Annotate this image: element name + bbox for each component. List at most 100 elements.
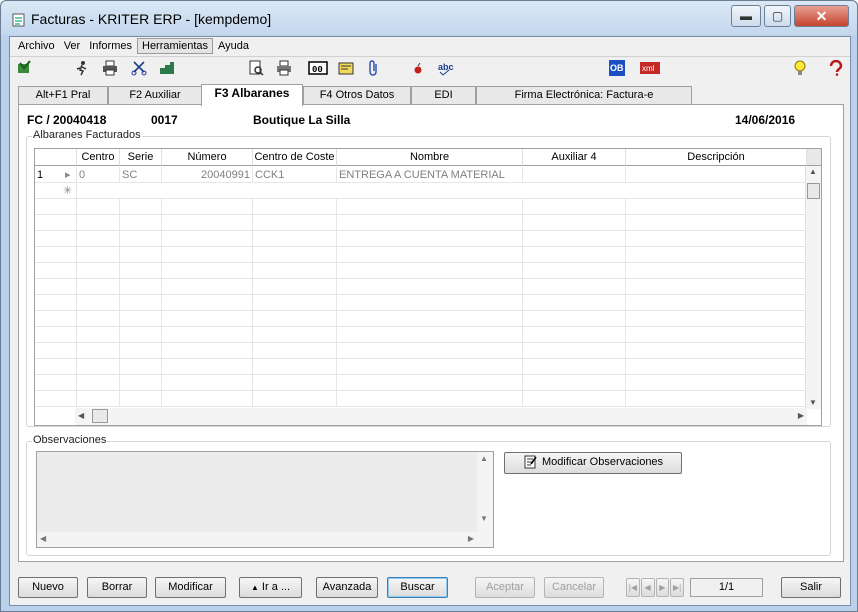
first-record-icon[interactable]: |◀ (626, 578, 640, 597)
column-header-numero[interactable]: Número (162, 149, 253, 166)
grid-header-spacer (807, 149, 821, 166)
new-row-marker: ✳ (35, 183, 77, 199)
cell-centro-coste[interactable]: CCK1 (253, 167, 337, 183)
albaranes-grid[interactable]: Centro Serie Número Centro de Coste Nomb… (34, 148, 822, 426)
xml-icon[interactable]: xml (640, 60, 660, 76)
tab-otros-datos[interactable]: F4 Otros Datos (303, 86, 411, 105)
paperclip-icon[interactable] (366, 60, 382, 76)
avanzada-button[interactable]: Avanzada (316, 577, 378, 598)
empty-cell (337, 327, 523, 343)
column-header-descripcion[interactable]: Descripción (626, 149, 807, 166)
empty-cell (337, 391, 523, 407)
cell-auxiliar-4[interactable] (523, 167, 626, 183)
title-bar[interactable]: Facturas - KRITER ERP - [kempdemo] ▬ ▢ ✕ (1, 1, 857, 35)
tab-albaranes[interactable]: F3 Albaranes (201, 84, 303, 106)
column-header-auxiliar-4[interactable]: Auxiliar 4 (523, 149, 626, 166)
buscar-button[interactable]: Buscar (387, 577, 448, 598)
next-record-icon[interactable]: ▶ (655, 578, 670, 597)
obs-horizontal-scrollbar[interactable]: ◀ ▶ (37, 532, 477, 547)
modificar-observaciones-button[interactable]: Modificar Observaciones (504, 452, 682, 474)
cell-numero[interactable]: 20040991 (162, 167, 253, 183)
obs-scroll-left-icon[interactable]: ◀ (40, 534, 46, 543)
ir-a-button[interactable]: ▲ Ir a ... (239, 577, 302, 598)
empty-cell (120, 311, 162, 327)
invoice-number: FC / 20040418 (27, 113, 107, 127)
obs-scroll-up-icon[interactable]: ▲ (480, 454, 488, 463)
cell-nombre[interactable]: ENTREGA A CUENTA MATERIAL (337, 167, 523, 183)
menu-informes[interactable]: Informes (85, 39, 136, 53)
ob-icon[interactable]: OB (609, 60, 625, 76)
empty-cell (162, 343, 253, 359)
maximize-button[interactable]: ▢ (764, 5, 791, 27)
help-icon[interactable] (828, 60, 844, 76)
printer-icon[interactable] (276, 60, 292, 76)
nuevo-button[interactable]: Nuevo (18, 577, 78, 598)
obs-scroll-right-icon[interactable]: ▶ (468, 534, 474, 543)
empty-cell (162, 247, 253, 263)
menu-ayuda[interactable]: Ayuda (214, 39, 253, 53)
vertical-scroll-thumb[interactable] (807, 183, 820, 199)
horizontal-scroll-thumb[interactable] (92, 409, 108, 423)
last-record-icon[interactable]: ▶| (670, 578, 684, 597)
tab-edi[interactable]: EDI (411, 86, 476, 105)
scroll-left-icon[interactable]: ◀ (78, 411, 84, 420)
empty-cell (337, 375, 523, 391)
invoice-date: 14/06/2016 (735, 113, 796, 127)
cell-serie[interactable]: SC (120, 167, 162, 183)
tab-principal[interactable]: Alt+F1 Pral (18, 86, 108, 105)
observaciones-textarea[interactable]: ▲ ▼ ◀ ▶ (36, 451, 494, 548)
empty-cell (626, 343, 807, 359)
table-row[interactable]: 1 ▸ 0 SC 20040991 CCK1 ENTREGA A CUENTA M… (35, 167, 807, 183)
column-header-nombre[interactable]: Nombre (337, 149, 523, 166)
empty-cell (337, 199, 523, 215)
red-dot-icon[interactable] (410, 60, 426, 76)
modificar-button[interactable]: Modificar (155, 577, 226, 598)
tab-firma-electronica[interactable]: Firma Electrónica: Factura-e (476, 86, 692, 105)
grid-vertical-scrollbar[interactable]: ▲ ▼ (805, 166, 821, 409)
scroll-up-icon[interactable]: ▲ (809, 167, 817, 176)
empty-cell (120, 215, 162, 231)
empty-cell (77, 231, 120, 247)
menu-ver[interactable]: Ver (60, 39, 85, 53)
menu-archivo[interactable]: Archivo (14, 39, 59, 53)
empty-cell (626, 279, 807, 295)
new-row[interactable]: ✳ (35, 183, 807, 199)
empty-row (35, 343, 807, 359)
borrar-button[interactable]: Borrar (87, 577, 147, 598)
aceptar-button[interactable]: Aceptar (475, 577, 535, 598)
book-check-icon[interactable] (16, 60, 32, 76)
column-header-serie[interactable]: Serie (120, 149, 162, 166)
salir-button[interactable]: Salir (781, 577, 841, 598)
preview-icon[interactable] (248, 60, 264, 76)
column-header-centro[interactable]: Centro (77, 149, 120, 166)
spellcheck-icon[interactable]: abc (438, 60, 458, 76)
lightbulb-icon[interactable] (792, 60, 808, 76)
stack-icon[interactable] (159, 60, 175, 76)
grid-horizontal-scrollbar[interactable]: ◀ ▶ (75, 408, 807, 425)
empty-cell (120, 279, 162, 295)
empty-row-header (35, 199, 77, 215)
cancelar-button[interactable]: Cancelar (544, 577, 604, 598)
empty-cell (253, 391, 337, 407)
scissors-icon[interactable] (131, 60, 147, 76)
close-button[interactable]: ✕ (794, 5, 849, 27)
run-icon[interactable] (74, 60, 90, 76)
counter-icon[interactable]: 00 (308, 60, 328, 76)
print-icon[interactable] (102, 60, 118, 76)
obs-vertical-scrollbar[interactable]: ▲ ▼ (477, 452, 493, 547)
empty-row-header (35, 391, 77, 407)
cell-centro[interactable]: 0 (77, 167, 120, 183)
cell-descripcion[interactable] (626, 167, 807, 183)
empty-row-header (35, 263, 77, 279)
column-header-centro-coste[interactable]: Centro de Coste (253, 149, 337, 166)
note-icon[interactable] (338, 60, 354, 76)
row-header-corner (35, 149, 77, 166)
prev-record-icon[interactable]: ◀ (640, 578, 655, 597)
minimize-button[interactable]: ▬ (731, 5, 761, 27)
scroll-down-icon[interactable]: ▼ (809, 398, 817, 407)
empty-cell (626, 215, 807, 231)
tab-auxiliar[interactable]: F2 Auxiliar (108, 86, 202, 105)
menu-herramientas[interactable]: Herramientas (137, 38, 214, 54)
scroll-right-icon[interactable]: ▶ (798, 411, 804, 420)
obs-scroll-down-icon[interactable]: ▼ (480, 514, 488, 523)
